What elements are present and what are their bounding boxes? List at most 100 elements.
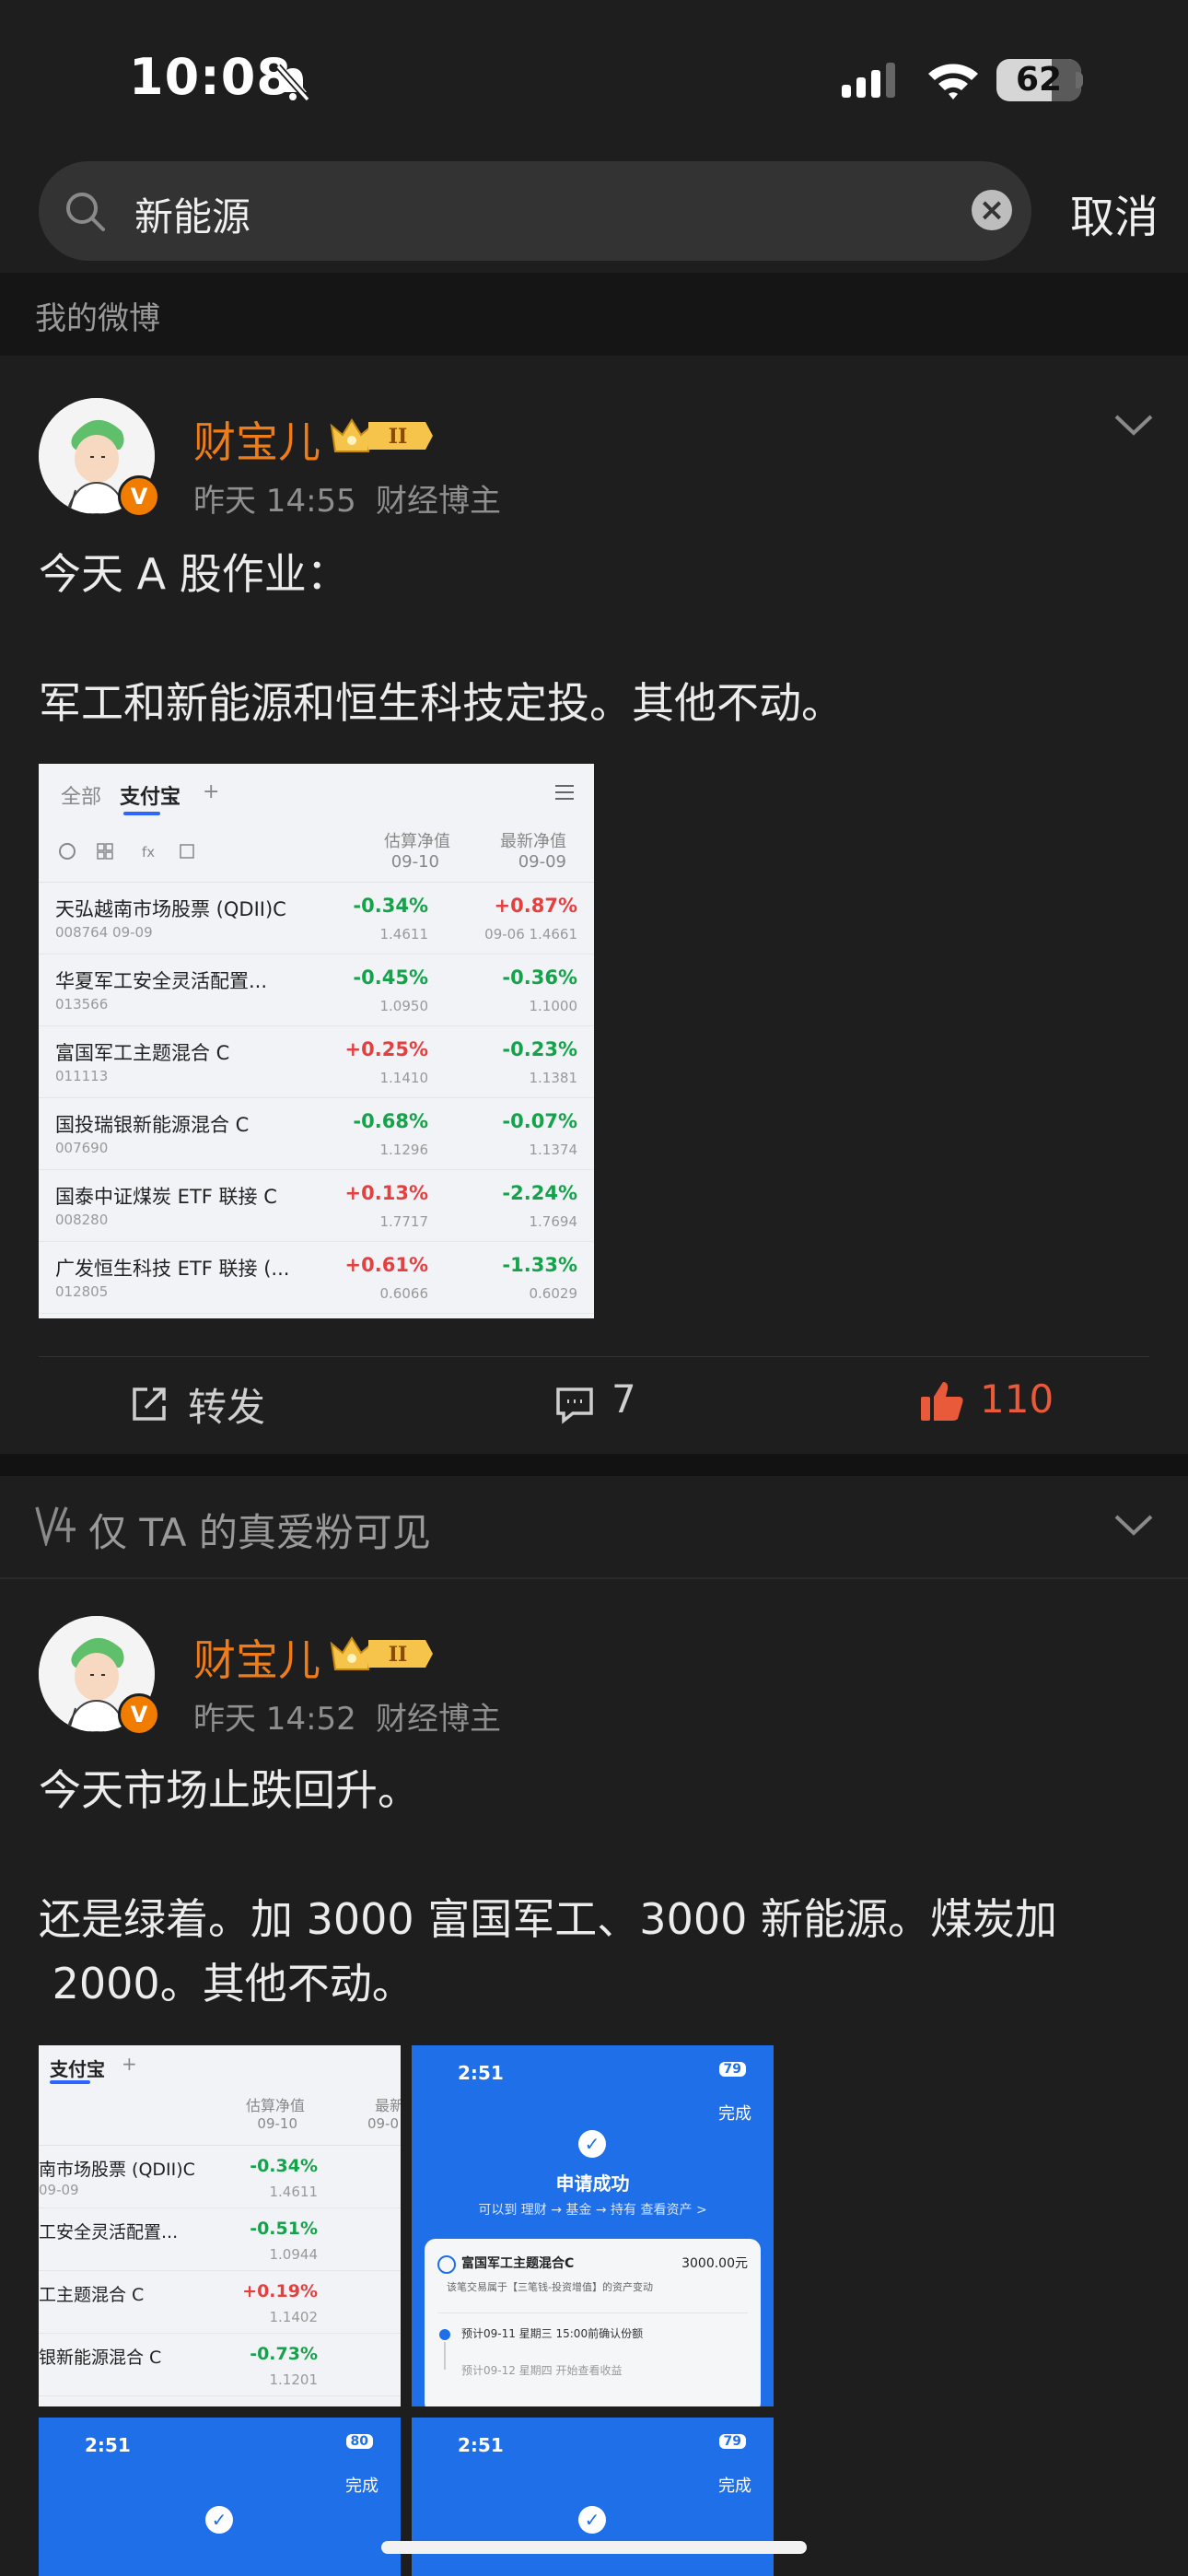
est-change: +0.61% (344, 1254, 428, 1276)
fund-name: 南市场股票 (QDII)C (39, 2160, 195, 2180)
fund-name: 广发恒生科技 ETF 联接 (... (55, 1258, 290, 1280)
fan-only-icon (35, 1506, 76, 1546)
fund-name: 国泰中证煤炭 ETF 联接 C (55, 1186, 277, 1208)
col-est-label: 估算净值 (245, 2097, 305, 2114)
post-image-purchase-confirmation[interactable]: 2:51 79 完成 ✓ 申请成功 可以到 理财 → 基金 → 持有 查看资产 … (412, 2045, 774, 2406)
est-change: -0.68% (353, 1110, 428, 1132)
post-text: 今天市场止跌回升。 还是绿着。加 3000 富国军工、3000 新能源。煤炭加 … (39, 1765, 1057, 2008)
tab-underline (123, 812, 160, 815)
latest-change: -0.36% (502, 966, 577, 989)
latest-nav: 1.1381 (529, 1070, 578, 1086)
check-icon: ✓ (578, 2506, 606, 2534)
col-latest-date: 09-09 (518, 852, 566, 872)
verified-badge-icon: V (118, 475, 160, 518)
est-nav: 1.1201 (269, 2371, 319, 2388)
est-nav: 1.0944 (269, 2246, 319, 2263)
latest-change: -1.33% (502, 1254, 577, 1276)
wifi-icon (928, 64, 978, 100)
tab-add: + (122, 2053, 137, 2075)
fund-row: 国泰中证煤炭 ETF 联接 C 008280 +0.13% 1.7717 -2.24% 1… (39, 1169, 594, 1242)
comment-icon[interactable] (554, 1384, 595, 1424)
level-badge-text: II (389, 425, 408, 449)
fund-name: 华夏军工安全灵活配置... (55, 970, 268, 992)
col-latest-date: 09-0 (367, 2115, 399, 2132)
est-nav: 1.4611 (269, 2184, 319, 2200)
est-change: -0.34% (353, 895, 428, 917)
fund-row: 广发恒生科技 ETF 联接 (... 012805 +0.61% 0.6066 -1.3… (39, 1241, 594, 1314)
post-image-fund-list[interactable]: 全部 支付宝 + fx 估算净值 09-10 最新净值 09-09 天弘越南市场… (39, 764, 594, 1318)
post-author-role: 财经博主 (376, 1701, 501, 1738)
fund-row: 银新能源混合 C -0.73% 1.1201 (39, 2333, 401, 2396)
battery-tip (1076, 72, 1083, 88)
step-line (444, 2342, 446, 2370)
est-change: -0.34% (250, 2156, 318, 2176)
username[interactable]: 财宝儿 (193, 409, 320, 470)
fund-row: 国投瑞银新能源混合 C 007690 -0.68% 1.1296 -0.07% 1.137… (39, 1097, 594, 1170)
username[interactable]: 财宝儿 (193, 1627, 320, 1688)
est-nav: 0.6066 (379, 1285, 429, 1302)
fund-row: 南市场股票 (QDII)C 09-09 -0.34% 1.4611 (39, 2145, 401, 2208)
latest-nav: 09-06 1.4661 (484, 926, 577, 943)
like-count[interactable]: 110 (980, 1376, 1054, 1422)
divider (0, 1577, 1188, 1579)
post-timestamp: 昨天 14:55 (193, 483, 356, 520)
screenshot-time: 2:51 (458, 2434, 504, 2456)
col-latest-label: 最新净值 (500, 832, 566, 851)
col-est-date: 09-10 (390, 852, 439, 872)
fund-name: 天弘越南市场股票 (QDII)C (55, 898, 286, 920)
fund-code: 007690 (55, 1140, 109, 1156)
visibility-label: 仅 TA 的真爱粉可见 (88, 1510, 431, 1555)
fund-code: 012805 (55, 1283, 109, 1300)
screenshot-battery: 79 (718, 2434, 746, 2449)
latest-nav: 1.1374 (529, 1142, 578, 1158)
post-image-purchase-confirmation[interactable]: 2:51 80 完成 ✓ (39, 2418, 401, 2576)
est-nav: 1.1296 (379, 1142, 429, 1158)
success-subtitle: 可以到 理财 → 基金 → 持有 查看资产 > (478, 2203, 707, 2218)
fund-row: 富国军工主题混合 C 011113 +0.25% 1.1410 -0.23% 1.1381 (39, 1025, 594, 1098)
cellular-signal-icon (842, 63, 895, 98)
fund-code: 011113 (55, 1068, 109, 1084)
battery-indicator: 62 (996, 59, 1081, 101)
chevron-down-icon[interactable] (1112, 411, 1155, 439)
verified-badge-icon: V (118, 1693, 160, 1736)
level-badge-text: II (389, 1643, 408, 1667)
repost-button[interactable]: 转发 (188, 1376, 265, 1433)
done-button: 完成 (345, 2476, 379, 2496)
battery-level: 62 (1015, 61, 1063, 99)
tab-all: 全部 (61, 786, 102, 809)
fund-name: 工主题混合 C (39, 2285, 145, 2305)
fund-logo-icon (437, 2255, 456, 2274)
search-icon (66, 193, 105, 231)
fund-code: 008280 (55, 1212, 109, 1228)
fund-row: 华夏军工安全灵活配置... 013566 -0.45% 1.0950 -0.36% 1.1… (39, 954, 594, 1026)
post-image-fund-list[interactable]: 支付宝 + 估算净值 09-10 最新 09-0 南市场股票 (QDII)C 09… (39, 2045, 401, 2406)
fund-row: 工安全灵活配置... -0.51% 1.0944 (39, 2207, 401, 2271)
tab-add: + (203, 780, 220, 803)
clear-search-icon[interactable]: × (972, 190, 1012, 230)
order-step-2: 预计09-12 星期四 开始查看收益 (461, 2364, 623, 2377)
col-latest-label: 最新 (374, 2097, 401, 2114)
comment-count[interactable]: 7 (611, 1376, 636, 1422)
latest-nav: 1.1000 (529, 998, 578, 1014)
order-fund-name: 富国军工主题混合C (461, 2256, 575, 2271)
cancel-button[interactable]: 取消 (1070, 181, 1159, 245)
chevron-down-icon[interactable] (1112, 1511, 1155, 1539)
repost-icon[interactable] (129, 1384, 169, 1424)
screenshot-time: 2:51 (85, 2434, 131, 2456)
est-change: +0.19% (242, 2281, 318, 2301)
fund-code: 008764 09-09 (55, 924, 153, 941)
svg-text:fx: fx (142, 844, 155, 861)
post-text: 今天 A 股作业： 军工和新能源和恒生科技定投。其他不动。 (39, 549, 844, 728)
fund-name: 国投瑞银新能源混合 C (55, 1114, 250, 1136)
home-indicator[interactable] (381, 2541, 807, 2554)
fund-row: 证煤炭 ETF 联接 C-0.02% (39, 2395, 401, 2406)
order-amount: 3000.00元 (681, 2256, 748, 2271)
latest-nav: 0.6029 (529, 1285, 578, 1302)
search-input[interactable]: 新能源 (134, 186, 250, 242)
est-change: +0.25% (344, 1038, 428, 1060)
order-step-1: 预计09-11 星期三 15:00前确认份额 (461, 2327, 644, 2340)
fund-tabs: 全部 支付宝 + (39, 764, 594, 821)
latest-nav: 1.7694 (529, 1213, 578, 1230)
like-thumb-icon[interactable] (919, 1378, 965, 1424)
est-change: +0.13% (344, 1182, 428, 1204)
